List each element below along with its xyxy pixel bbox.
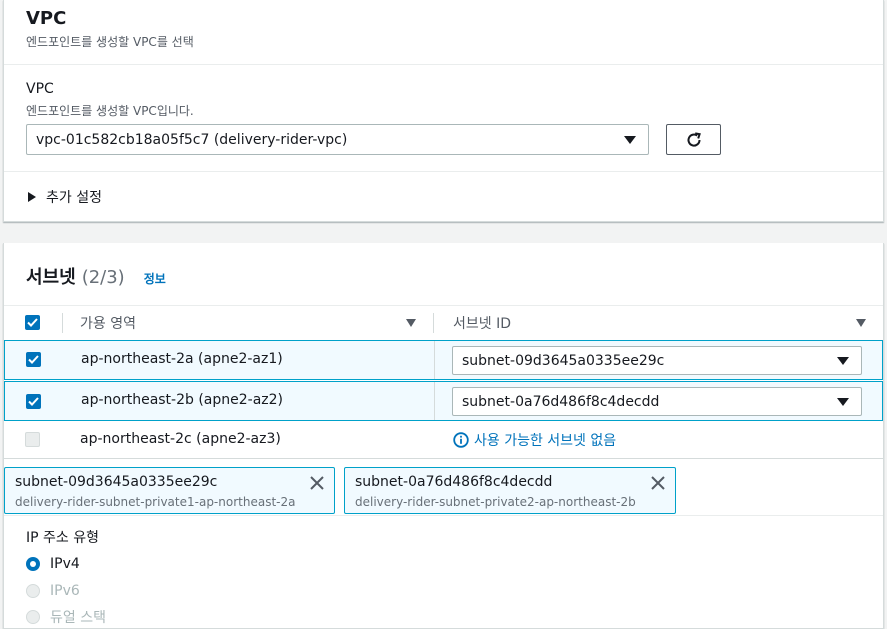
caret-down-icon xyxy=(837,356,849,365)
ip-option-dualstack: 듀얼 스택 xyxy=(26,607,106,627)
divider xyxy=(4,515,883,516)
subnet-header: 서브넷 (2/3) 정보 xyxy=(26,263,166,289)
vpc-panel: VPC 엔드포인트를 생성할 VPC를 선택 VPC 엔드포인트를 생성할 VP… xyxy=(3,0,884,222)
sort-icon[interactable] xyxy=(856,319,866,327)
info-icon xyxy=(453,432,469,448)
subnet-select-value: subnet-0a76d486f8c4decdd xyxy=(462,393,660,410)
column-divider xyxy=(62,313,63,333)
radio-disabled xyxy=(26,584,40,598)
subnet-panel: 서브넷 (2/3) 정보 가용 영역 서브넷 ID ap-northeast-2… xyxy=(3,243,884,629)
subnet-token: subnet-0a76d486f8c4decdd delivery-rider-… xyxy=(344,467,676,514)
sort-icon[interactable] xyxy=(406,319,416,327)
ip-option-label: IPv6 xyxy=(50,583,80,599)
vpc-select-value: vpc-01c582cb18a05f5c7 (delivery-rider-vp… xyxy=(36,131,348,148)
vpc-section-description: 엔드포인트를 생성할 VPC를 선택 xyxy=(26,35,194,49)
check-icon xyxy=(28,397,39,406)
column-divider xyxy=(434,341,435,379)
caret-down-icon xyxy=(624,135,636,144)
row-checkbox[interactable] xyxy=(26,352,41,367)
subnet-count: (2/3) xyxy=(81,267,125,288)
column-header-subnet-id[interactable]: 서브넷 ID xyxy=(453,313,511,333)
caret-down-icon xyxy=(837,397,849,406)
subnet-section-title: 서브넷 xyxy=(26,267,76,288)
row-checkbox[interactable] xyxy=(26,394,41,409)
additional-settings-label: 추가 설정 xyxy=(46,190,102,206)
table-row[interactable]: ap-northeast-2b (apne2-az2) subnet-0a76d… xyxy=(4,381,883,421)
close-icon[interactable] xyxy=(650,475,666,491)
table-row[interactable]: ap-northeast-2a (apne2-az1) subnet-09d36… xyxy=(4,340,883,380)
ip-option-label: IPv4 xyxy=(50,556,80,572)
column-header-az[interactable]: 가용 영역 xyxy=(80,313,136,333)
check-icon xyxy=(27,318,38,327)
az-cell: ap-northeast-2a (apne2-az1) xyxy=(81,351,283,367)
divider xyxy=(4,305,883,306)
no-subnet-notice: 사용 가능한 서브넷 없음 xyxy=(453,430,616,450)
token-subnet-id: subnet-0a76d486f8c4decdd xyxy=(355,474,553,490)
column-divider xyxy=(434,382,435,420)
ip-option-label: 듀얼 스택 xyxy=(50,610,106,626)
subnet-select[interactable]: subnet-09d3645a0335ee29c xyxy=(452,346,862,375)
row-checkbox-disabled xyxy=(25,432,40,447)
close-icon[interactable] xyxy=(309,475,325,491)
radio-selected[interactable] xyxy=(26,557,40,571)
subnet-select[interactable]: subnet-0a76d486f8c4decdd xyxy=(452,387,862,416)
vpc-field-label: VPC xyxy=(26,81,54,97)
refresh-icon xyxy=(687,131,701,147)
vpc-field-description: 엔드포인트를 생성할 VPC입니다. xyxy=(26,104,194,118)
ip-option-ipv4[interactable]: IPv4 xyxy=(26,556,80,572)
token-subnet-name: delivery-rider-subnet-private1-ap-northe… xyxy=(15,495,296,509)
no-subnet-text: 사용 가능한 서브넷 없음 xyxy=(474,433,617,449)
vpc-select[interactable]: vpc-01c582cb18a05f5c7 (delivery-rider-vp… xyxy=(26,124,649,155)
additional-settings-toggle[interactable]: 추가 설정 xyxy=(28,187,102,207)
token-subnet-id: subnet-09d3645a0335ee29c xyxy=(15,474,218,490)
divider xyxy=(4,171,883,172)
token-subnet-name: delivery-rider-subnet-private2-ap-northe… xyxy=(355,495,636,509)
subnet-token: subnet-09d3645a0335ee29c delivery-rider-… xyxy=(4,467,335,514)
info-link[interactable]: 정보 xyxy=(144,270,166,287)
divider xyxy=(4,458,883,459)
check-icon xyxy=(28,355,39,364)
select-all-checkbox[interactable] xyxy=(25,315,40,330)
column-divider xyxy=(433,313,434,333)
radio-disabled xyxy=(26,610,40,624)
caret-right-icon xyxy=(28,192,36,202)
refresh-button[interactable] xyxy=(666,124,721,155)
ip-type-label: IP 주소 유형 xyxy=(26,530,99,546)
table-row: ap-northeast-2c (apne2-az3) 사용 가능한 서브넷 없… xyxy=(4,422,883,458)
vpc-section-title: VPC xyxy=(26,8,67,29)
az-cell: ap-northeast-2b (apne2-az2) xyxy=(81,392,284,408)
divider xyxy=(4,64,883,65)
subnet-select-value: subnet-09d3645a0335ee29c xyxy=(462,352,665,369)
az-cell: ap-northeast-2c (apne2-az3) xyxy=(80,431,281,447)
ip-option-ipv6: IPv6 xyxy=(26,583,80,599)
